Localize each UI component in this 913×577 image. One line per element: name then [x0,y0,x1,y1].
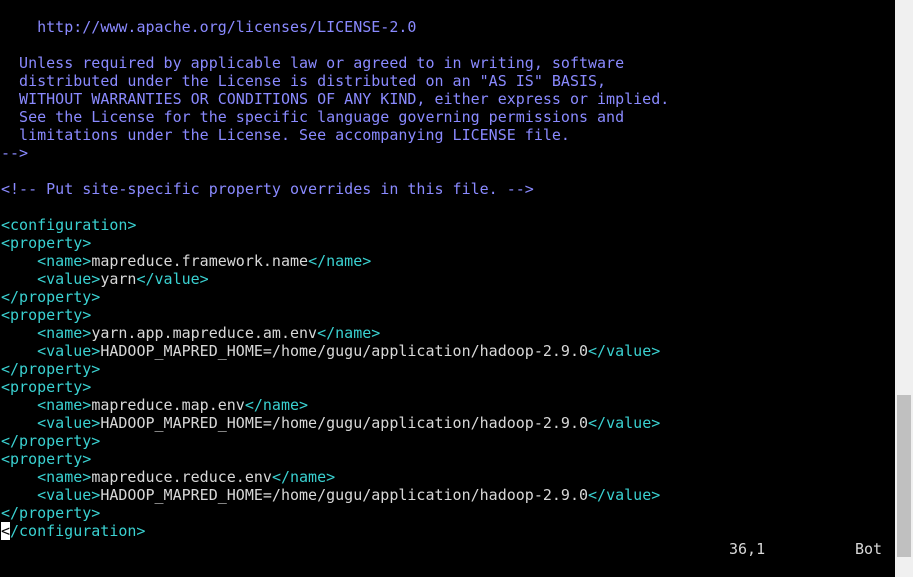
code-line[interactable]: </property> [1,432,894,450]
scroll-percent: Bot [855,540,883,558]
code-token: </property> [1,432,101,450]
code-line[interactable]: </property> [1,288,894,306]
code-token: </property> [1,360,101,378]
text-cursor: < [1,522,11,540]
code-token: HADOOP_MAPRED_HOME=/home/gugu/applicatio… [100,414,589,432]
terminal-window: http://www.apache.org/licenses/LICENSE-2… [0,0,913,577]
code-line[interactable]: distributed under the License is distrib… [1,72,894,90]
code-token: </value> [588,414,661,432]
code-token: /configuration> [10,522,146,540]
code-line[interactable]: <value>HADOOP_MAPRED_HOME=/home/gugu/app… [1,342,894,360]
code-line[interactable]: <!-- Put site-specific property override… [1,180,894,198]
code-line[interactable]: Unless required by applicable law or agr… [1,54,894,72]
code-line[interactable]: <name>mapreduce.framework.name</name> [1,252,894,270]
code-token: <name> [37,468,92,486]
code-line[interactable]: <name>mapreduce.map.env</name> [1,396,894,414]
code-token: HADOOP_MAPRED_HOME=/home/gugu/applicatio… [100,486,589,504]
code-token: <name> [37,324,92,342]
code-token: WITHOUT WARRANTIES OR CONDITIONS OF ANY … [1,90,670,108]
code-line[interactable]: <property> [1,450,894,468]
code-line[interactable]: <configuration> [1,216,894,234]
code-line[interactable]: <name>mapreduce.reduce.env</name> [1,468,894,486]
code-token: mapreduce.framework.name [91,252,309,270]
code-line[interactable]: WITHOUT WARRANTIES OR CONDITIONS OF ANY … [1,90,894,108]
code-token: See the License for the specific languag… [1,108,625,126]
code-line[interactable]: <property> [1,306,894,324]
code-token: <name> [37,252,92,270]
code-line[interactable]: </property> [1,360,894,378]
code-line[interactable] [1,162,894,180]
code-token: Unless required by applicable law or agr… [1,54,625,72]
vim-status-line: 36,1 Bot [0,540,894,558]
code-token: yarn [100,270,137,288]
code-token: limitations under the License. See accom… [1,126,570,144]
code-token: <!-- Put site-specific property override… [1,180,534,198]
code-line[interactable]: limitations under the License. See accom… [1,126,894,144]
code-line[interactable] [1,198,894,216]
code-token: yarn.app.mapreduce.am.env [91,324,318,342]
code-token: <value> [37,270,101,288]
code-line[interactable]: </configuration> [1,522,894,540]
code-line[interactable]: See the License for the specific languag… [1,108,894,126]
code-line[interactable]: <property> [1,378,894,396]
code-token: --> [1,144,29,162]
cursor-position: 36,1 [729,540,766,558]
code-token: mapreduce.reduce.env [91,468,272,486]
code-token: mapreduce.map.env [91,396,245,414]
code-line[interactable]: <value>HADOOP_MAPRED_HOME=/home/gugu/app… [1,486,894,504]
scrollbar-thumb[interactable] [897,395,911,557]
code-token: </value> [136,270,209,288]
code-token: </value> [588,486,661,504]
code-line[interactable]: <value>HADOOP_MAPRED_HOME=/home/gugu/app… [1,414,894,432]
code-token: <property> [1,450,92,468]
code-token: <name> [37,396,92,414]
code-line[interactable]: --> [1,144,894,162]
vertical-scrollbar[interactable] [895,0,913,577]
code-token: HADOOP_MAPRED_HOME=/home/gugu/applicatio… [100,342,589,360]
code-token: <value> [37,342,101,360]
code-line[interactable] [1,36,894,54]
code-token: </name> [244,396,309,414]
code-line[interactable]: http://www.apache.org/licenses/LICENSE-2… [1,18,894,36]
vim-editor-buffer[interactable]: http://www.apache.org/licenses/LICENSE-2… [1,18,894,540]
code-token: </property> [1,504,101,522]
code-token: <value> [37,414,101,432]
code-token: distributed under the License is distrib… [1,72,607,90]
code-token: </value> [588,342,661,360]
code-token: <property> [1,378,92,396]
code-token: </name> [308,252,372,270]
code-token: <configuration> [1,216,137,234]
code-line[interactable]: </property> [1,504,894,522]
code-token: <value> [37,486,101,504]
code-token: http://www.apache.org/licenses/LICENSE-2… [1,18,417,36]
code-line[interactable]: <value>yarn</value> [1,270,894,288]
code-token: </name> [271,468,336,486]
code-token: <property> [1,306,92,324]
code-line[interactable]: <name>yarn.app.mapreduce.am.env</name> [1,324,894,342]
code-token: <property> [1,234,92,252]
code-token: </property> [1,288,101,306]
code-line[interactable]: <property> [1,234,894,252]
code-token: </name> [317,324,381,342]
